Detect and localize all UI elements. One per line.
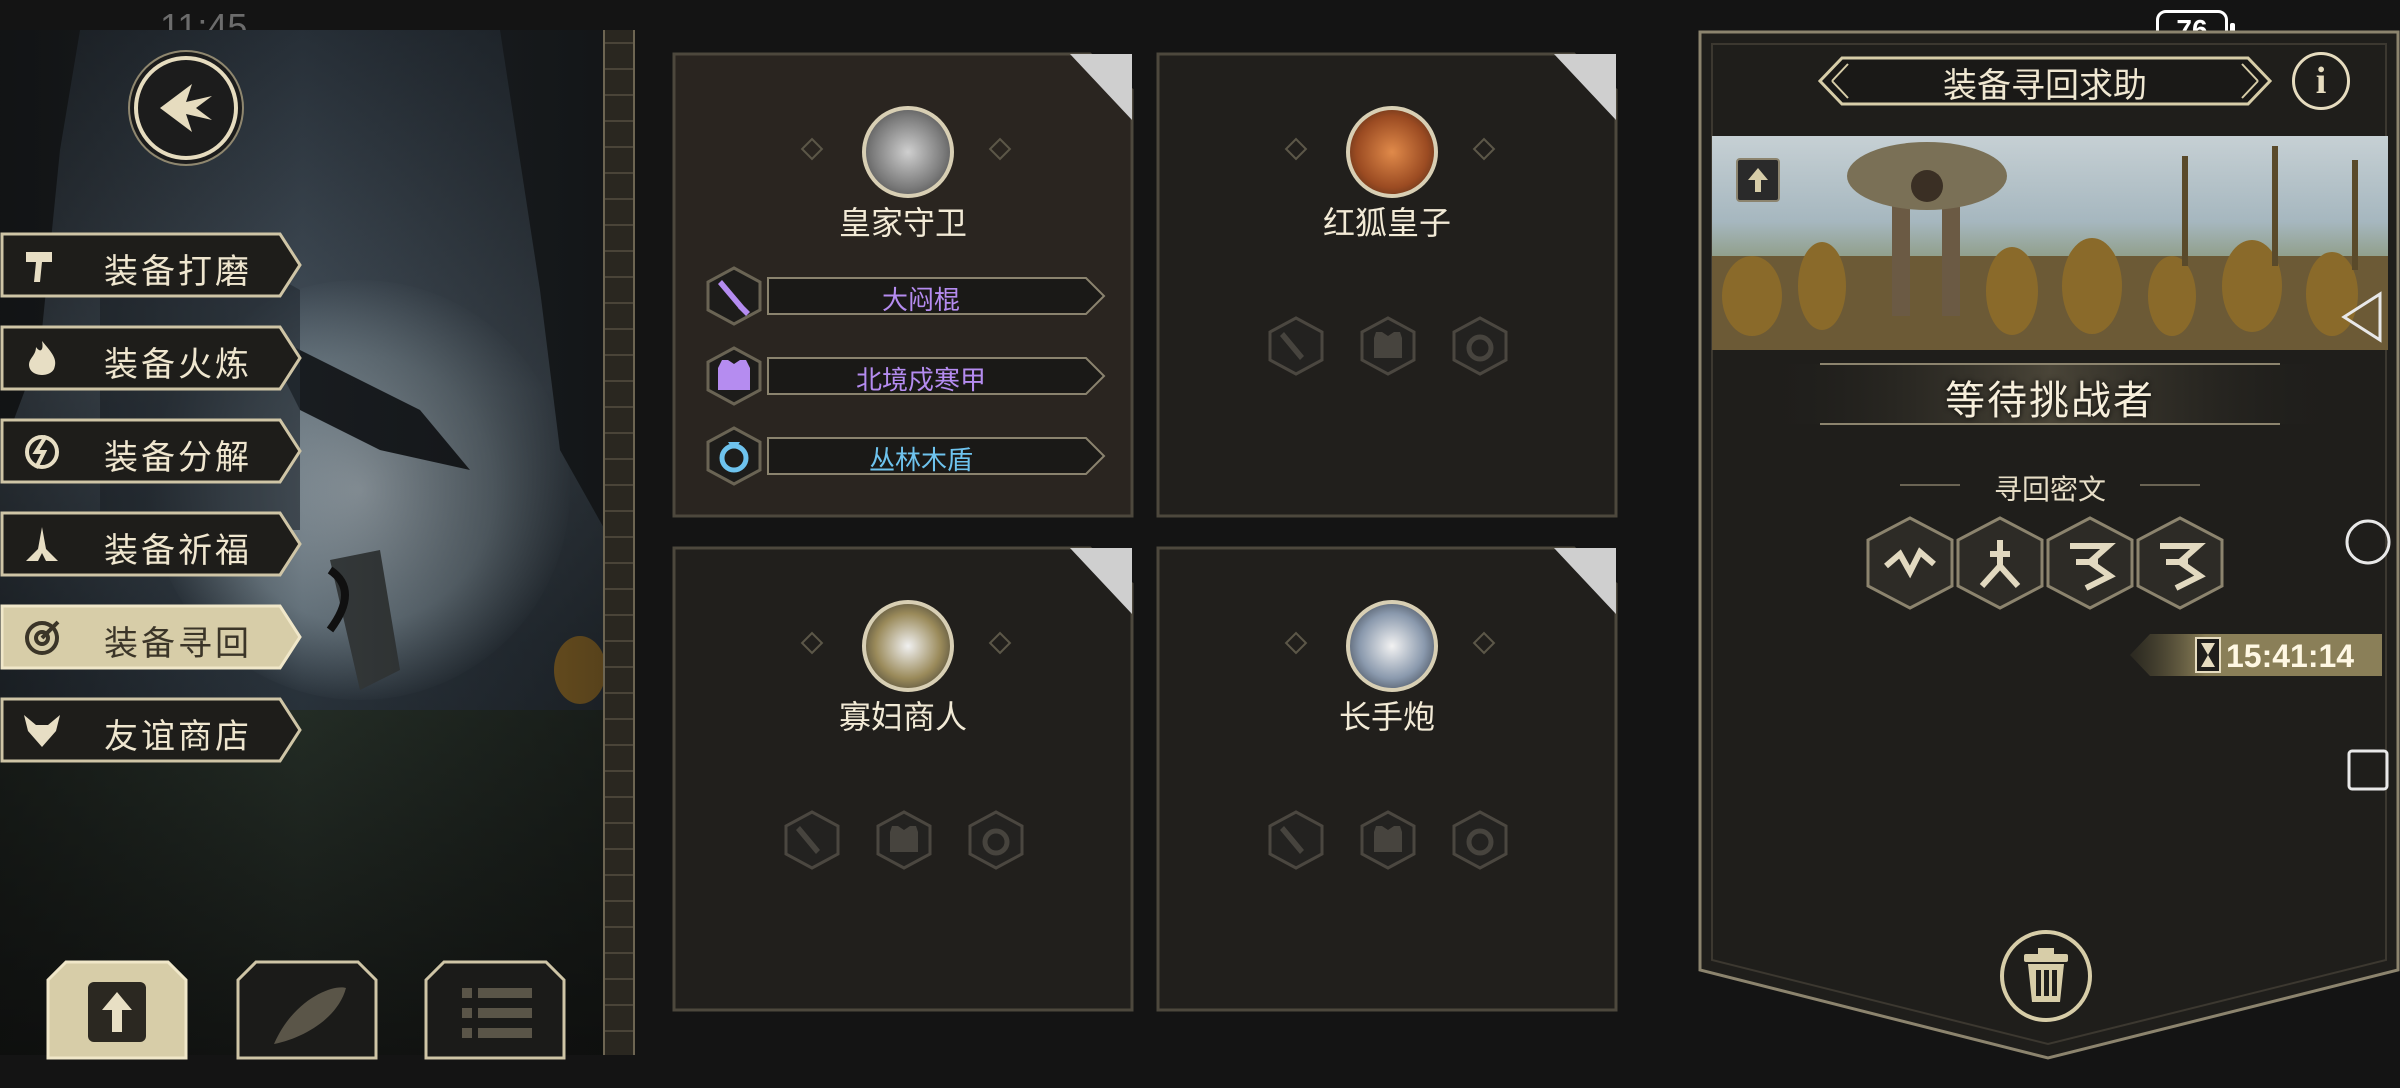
menu-item-retrieve[interactable]: 装备寻回 [0, 604, 302, 670]
tab-feather[interactable] [234, 958, 380, 1060]
tab-list[interactable] [422, 958, 568, 1060]
hero-card-4[interactable]: 长手炮 [1154, 544, 1620, 1014]
empty-armor-slot-icon[interactable] [1360, 316, 1416, 376]
equipment-row-weapon[interactable]: 大闷棍 [706, 266, 1106, 326]
rune-3-icon[interactable] [2046, 516, 2134, 610]
flame-icon [29, 341, 56, 375]
rune-2-icon[interactable] [1956, 516, 2044, 610]
menu-item-polish[interactable]: 装备打磨 [0, 232, 302, 298]
equipment-name: 北境戍寒甲 [855, 366, 986, 395]
menu-item-shop[interactable]: 友谊商店 [0, 697, 302, 763]
menu-label: 装备分解 [104, 440, 252, 477]
empty-weapon-slot-icon[interactable] [1268, 810, 1324, 870]
hero-name: 皇家守卫 [838, 205, 967, 241]
share-button[interactable] [1736, 158, 1780, 202]
nav-back-icon[interactable] [2340, 290, 2384, 344]
tab-upload[interactable] [44, 958, 190, 1060]
equipment-row-trinket[interactable]: 丛林木盾 [706, 426, 1106, 486]
menu-label: 装备打磨 [104, 254, 252, 291]
hero-portrait [862, 600, 954, 692]
ring-icon [706, 426, 762, 486]
panel-divider [603, 30, 635, 1055]
countdown-timer: 15:41:14 [2226, 638, 2355, 674]
empty-trinket-slot-icon[interactable] [1452, 810, 1508, 870]
equipment-name: 丛林木盾 [868, 446, 973, 475]
equipment-name: 大闷棍 [881, 286, 960, 315]
menu-item-forge[interactable]: 装备火炼 [0, 325, 302, 391]
arrow-up-icon [1748, 168, 1768, 192]
hourglass-icon [2195, 637, 2221, 673]
empty-trinket-slot-icon[interactable] [968, 810, 1024, 870]
armor-icon [706, 346, 762, 406]
menu-label: 友谊商店 [104, 719, 252, 756]
hero-name: 长手炮 [1338, 699, 1435, 735]
menu-label: 装备寻回 [104, 626, 252, 663]
hero-card-2[interactable]: 红狐皇子 [1154, 50, 1620, 520]
fox-icon [24, 715, 60, 747]
discard-button[interactable] [1998, 928, 2094, 1024]
hero-name: 寡妇商人 [838, 699, 967, 735]
hero-card-1[interactable]: 皇家守卫 大闷棍 北境戍寒甲 丛林木盾 [670, 50, 1136, 520]
rune-1-icon[interactable] [1866, 516, 1954, 610]
hero-name: 红狐皇子 [1322, 205, 1451, 241]
menu-label: 装备火炼 [104, 347, 252, 384]
panel-title: 装备寻回求助 [1943, 68, 2147, 105]
target-icon [25, 620, 60, 655]
menu-label: 装备祈福 [104, 533, 252, 570]
menu-item-bless[interactable]: 装备祈福 [0, 511, 302, 577]
praying-hands-icon [26, 527, 58, 561]
empty-trinket-slot-icon[interactable] [1452, 316, 1508, 376]
empty-armor-slot-icon[interactable] [1360, 810, 1416, 870]
nav-home-icon[interactable] [2344, 518, 2392, 566]
hammer-icon [26, 252, 52, 282]
rune-label: 寻回密文 [1993, 475, 2106, 506]
dungeon-preview-image [1712, 136, 2388, 350]
hero-portrait [1346, 106, 1438, 198]
hero-portrait [1346, 600, 1438, 692]
menu-item-disassemble[interactable]: 装备分解 [0, 418, 302, 484]
break-icon [25, 434, 59, 469]
empty-weapon-slot-icon[interactable] [784, 810, 840, 870]
rune-4-icon[interactable] [2136, 516, 2224, 610]
nav-recents-icon[interactable] [2346, 748, 2390, 792]
empty-armor-slot-icon[interactable] [876, 810, 932, 870]
challenge-status: 等待挑战者 [1945, 378, 2155, 423]
back-arrow-icon [160, 84, 212, 132]
empty-weapon-slot-icon[interactable] [1268, 316, 1324, 376]
hero-portrait [862, 106, 954, 198]
back-button[interactable] [134, 56, 238, 160]
hero-card-3[interactable]: 寡妇商人 [670, 544, 1136, 1014]
sword-icon [706, 266, 762, 326]
info-button[interactable]: i [2292, 52, 2350, 110]
equipment-row-armor[interactable]: 北境戍寒甲 [706, 346, 1106, 406]
